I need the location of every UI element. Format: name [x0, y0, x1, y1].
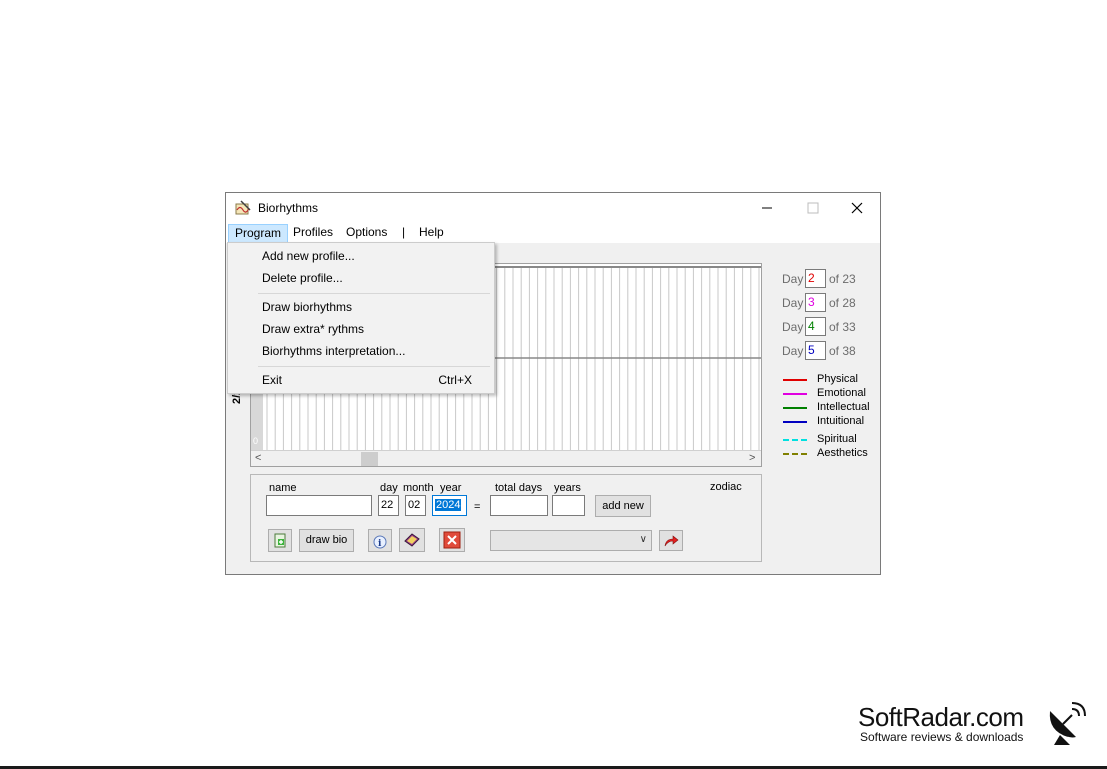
day-label: Day [782, 296, 804, 310]
menu-help[interactable]: Help [413, 224, 450, 243]
add-new-button[interactable]: add new [595, 495, 651, 517]
legend-label: Aesthetics [817, 447, 868, 459]
day-label: day [380, 482, 398, 494]
scroll-thumb[interactable] [361, 452, 378, 466]
delete-icon [443, 531, 461, 549]
redo-arrow-icon [664, 534, 679, 546]
menu-item-label: Draw biorhythms [262, 300, 353, 314]
minimize-icon [762, 207, 772, 209]
menu-exit[interactable]: Exit Ctrl+X [230, 370, 492, 390]
menu-item-label: Draw extra* rythms [262, 322, 365, 336]
satellite-dish-icon [1049, 702, 1086, 745]
svg-text:i: i [378, 539, 382, 549]
menu-item-label: Delete profile... [262, 271, 343, 285]
menu-separator [258, 366, 490, 367]
cycle-length-label: of 28 [829, 296, 856, 310]
menu-bar: Program Profiles Options | Help [226, 223, 880, 243]
day-value-field[interactable]: 2 [805, 269, 826, 288]
day-value-field[interactable]: 5 [805, 341, 826, 360]
year-field-selected-text: 2024 [435, 499, 462, 511]
cycle-length-label: of 23 [829, 272, 856, 286]
draw-bio-button[interactable]: draw bio [299, 529, 354, 552]
chevron-down-icon: ∨ [639, 534, 647, 545]
year-field[interactable]: 2024 [432, 495, 467, 516]
scroll-right-arrow[interactable]: > [749, 452, 755, 464]
menu-draw-biorhythms[interactable]: Draw biorhythms [230, 297, 492, 317]
book-icon [404, 533, 420, 547]
close-icon [851, 202, 863, 214]
close-button[interactable] [834, 193, 880, 223]
menu-shortcut: Ctrl+X [438, 373, 472, 387]
name-field[interactable] [266, 495, 372, 516]
day-label: Day [782, 344, 804, 358]
profile-form-panel: name day month year total days years zod… [250, 474, 762, 562]
equals-sign: = [474, 501, 481, 513]
menu-delete-profile[interactable]: Delete profile... [230, 268, 492, 288]
total-days-field[interactable] [490, 495, 548, 516]
zodiac-label: zodiac [710, 481, 742, 493]
menu-separator: | [402, 225, 406, 239]
screenshot-page: Biorhythms Program Profiles Options | He… [0, 0, 1107, 769]
legend-swatch [783, 407, 807, 409]
legend-label: Intuitional [817, 415, 865, 427]
month-label: month [403, 482, 434, 494]
window-title: Biorhythms [258, 201, 319, 215]
month-field[interactable]: 02 [405, 495, 426, 516]
chart-zero-label: 0 [253, 436, 259, 446]
legend-label: Emotional [817, 387, 866, 399]
watermark-subtitle: Software reviews & downloads [860, 730, 1024, 744]
menu-item-label: Exit [262, 373, 283, 387]
legend-label: Spiritual [817, 433, 857, 445]
scroll-left-arrow[interactable]: < [255, 452, 261, 464]
program-menu-dropdown: Add new profile... Delete profile... Dra… [227, 242, 495, 394]
biorhythm-app-icon [235, 200, 251, 215]
cycle-length-label: of 38 [829, 344, 856, 358]
year-label: year [440, 482, 462, 494]
day-label: Day [782, 320, 804, 334]
new-profile-icon [274, 533, 286, 547]
menu-add-new-profile[interactable]: Add new profile... [230, 246, 492, 266]
legend-swatch [783, 439, 807, 441]
maximize-icon [807, 202, 819, 214]
day-field[interactable]: 22 [378, 495, 399, 516]
maximize-button[interactable] [790, 193, 836, 223]
delete-profile-button[interactable] [439, 528, 465, 552]
title-bar: Biorhythms [226, 193, 880, 223]
menu-draw-extra-rythms[interactable]: Draw extra* rythms [230, 319, 492, 339]
name-label: name [269, 482, 297, 494]
menu-item-label: Biorhythms interpretation... [262, 344, 406, 358]
day-value-field[interactable]: 3 [805, 293, 826, 312]
years-field[interactable] [552, 495, 585, 516]
watermark-title: SoftRadar.com [858, 702, 1024, 732]
minimize-button[interactable] [744, 193, 790, 223]
day-label: Day [782, 272, 804, 286]
chart-horizontal-scrollbar[interactable]: < > [251, 450, 761, 466]
legend-swatch [783, 379, 807, 381]
menu-profiles[interactable]: Profiles [287, 224, 339, 243]
years-label: years [554, 482, 581, 494]
interpretation-book-button[interactable] [399, 528, 425, 552]
cycle-length-label: of 33 [829, 320, 856, 334]
info-icon: i [373, 535, 387, 549]
legend-label: Physical [817, 373, 858, 385]
legend-swatch [783, 393, 807, 395]
menu-program[interactable]: Program [228, 224, 289, 243]
menu-options[interactable]: Options [340, 224, 393, 243]
legend-swatch [783, 453, 807, 455]
new-profile-button[interactable] [268, 529, 292, 552]
legend-swatch [783, 421, 807, 423]
profile-select[interactable]: ∨ [490, 530, 652, 551]
info-button[interactable]: i [368, 529, 392, 552]
day-value-field[interactable]: 4 [805, 317, 826, 336]
total-days-label: total days [495, 482, 543, 494]
menu-item-label: Add new profile... [262, 249, 355, 263]
redo-button[interactable] [659, 530, 683, 551]
menu-biorhythms-interpretation[interactable]: Biorhythms interpretation... [230, 341, 492, 361]
menu-separator [258, 293, 490, 294]
legend-label: Intellectual [817, 401, 870, 413]
